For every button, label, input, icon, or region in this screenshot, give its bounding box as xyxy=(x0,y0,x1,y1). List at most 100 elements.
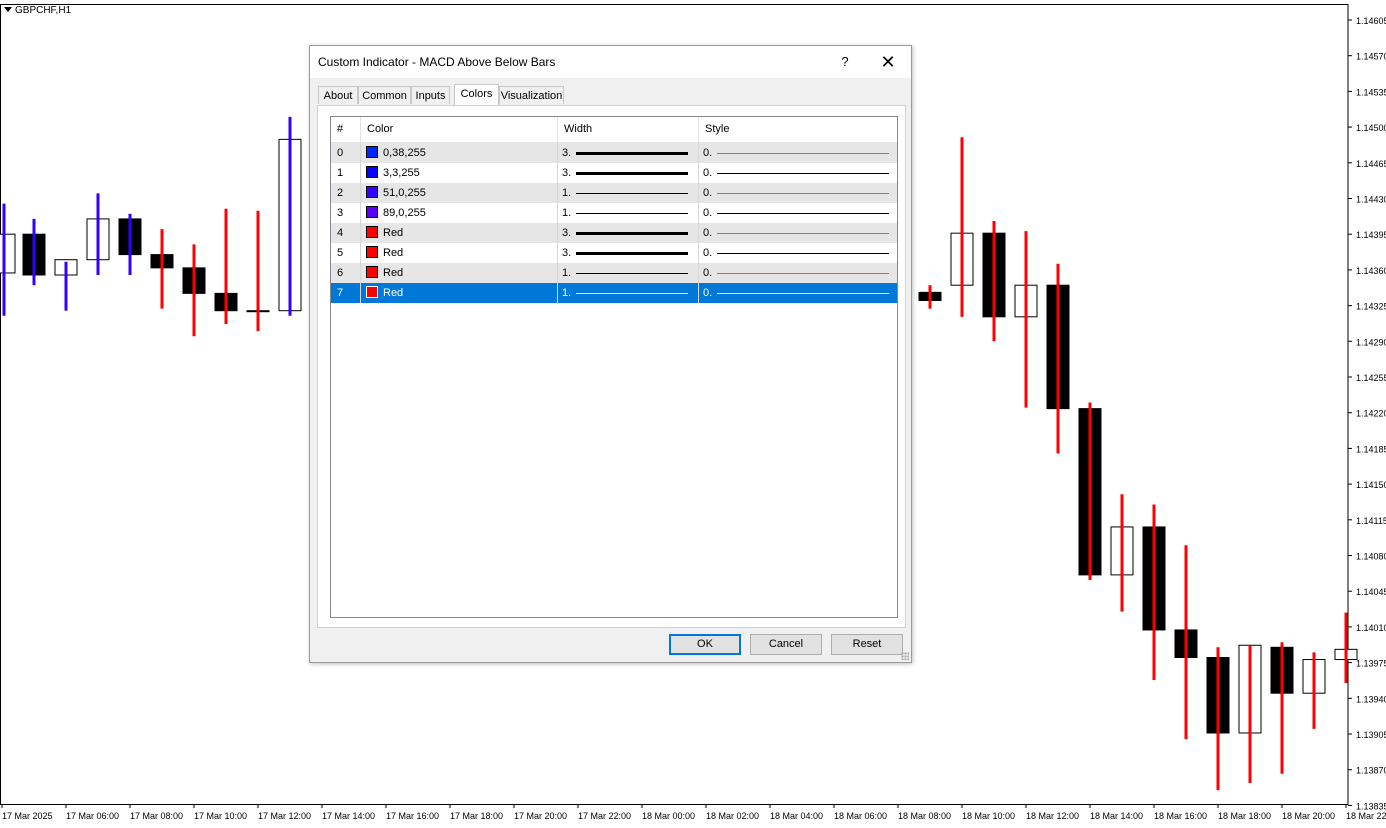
tab-about[interactable]: About xyxy=(318,86,358,104)
time-tick-label: 18 Mar 08:00 xyxy=(898,811,951,821)
row-style[interactable]: 0. xyxy=(699,283,897,303)
time-tick-label: 17 Mar 14:00 xyxy=(322,811,375,821)
tab-visualization[interactable]: Visualization xyxy=(499,86,564,104)
time-tick-label: 17 Mar 22:00 xyxy=(578,811,631,821)
row-index: 1 xyxy=(331,163,361,183)
colors-grid[interactable]: # Color Width Style 0 0,38,255 3. 0. 1 3,3,25… xyxy=(330,116,898,618)
width-value: 1. xyxy=(562,287,572,299)
row-style[interactable]: 0. xyxy=(699,263,897,283)
row-width[interactable]: 3. xyxy=(558,143,699,163)
style-value: 0. xyxy=(703,247,713,259)
row-width[interactable]: 3. xyxy=(558,163,699,183)
row-style[interactable]: 0. xyxy=(699,143,897,163)
resize-grip-icon[interactable] xyxy=(901,652,909,660)
time-tick-label: 17 Mar 10:00 xyxy=(194,811,247,821)
row-width[interactable]: 1. xyxy=(558,183,699,203)
style-value: 0. xyxy=(703,187,713,199)
header-style[interactable]: Style xyxy=(699,117,897,142)
grid-row[interactable]: 7 Red 1. 0. xyxy=(331,283,897,303)
symbol-text: GBPCHF,H1 xyxy=(15,5,72,16)
row-index: 4 xyxy=(331,223,361,243)
tab-colors[interactable]: Colors xyxy=(454,84,499,105)
price-tick-label: 1.13975 xyxy=(1356,659,1386,669)
row-width[interactable]: 1. xyxy=(558,283,699,303)
row-color[interactable]: 0,38,255 xyxy=(361,143,558,163)
row-width[interactable]: 1. xyxy=(558,263,699,283)
grid-row[interactable]: 2 51,0,255 1. 0. xyxy=(331,183,897,203)
reset-button[interactable]: Reset xyxy=(831,634,903,655)
row-color[interactable]: 51,0,255 xyxy=(361,183,558,203)
price-tick-label: 1.14115 xyxy=(1356,516,1386,526)
header-index[interactable]: # xyxy=(331,117,361,142)
color-swatch xyxy=(366,226,378,238)
price-tick-label: 1.14535 xyxy=(1356,87,1386,97)
row-style[interactable]: 0. xyxy=(699,223,897,243)
time-tick-label: 18 Mar 06:00 xyxy=(834,811,887,821)
color-value: Red xyxy=(383,227,404,239)
row-style[interactable]: 0. xyxy=(699,183,897,203)
time-tick-label: 18 Mar 18:00 xyxy=(1218,811,1271,821)
width-line-preview xyxy=(576,273,688,274)
time-tick-label: 18 Mar 22:00 xyxy=(1346,811,1386,821)
header-width[interactable]: Width xyxy=(558,117,699,142)
color-swatch xyxy=(366,286,378,298)
grid-row[interactable]: 5 Red 3. 0. xyxy=(331,243,897,263)
width-value: 3. xyxy=(562,227,572,239)
row-color[interactable]: 3,3,255 xyxy=(361,163,558,183)
row-color[interactable]: Red xyxy=(361,223,558,243)
tab-inputs[interactable]: Inputs xyxy=(411,86,450,104)
time-tick-label: 17 Mar 20:00 xyxy=(514,811,567,821)
grid-row[interactable]: 4 Red 3. 0. xyxy=(331,223,897,243)
color-value: 51,0,255 xyxy=(383,187,426,199)
row-color[interactable]: Red xyxy=(361,283,558,303)
style-line-preview xyxy=(717,173,889,174)
price-tick-label: 1.14045 xyxy=(1356,587,1386,597)
style-value: 0. xyxy=(703,227,713,239)
width-value: 1. xyxy=(562,267,572,279)
color-value: 89,0,255 xyxy=(383,207,426,219)
price-tick-label: 1.14185 xyxy=(1356,444,1386,454)
close-icon[interactable]: ✕ xyxy=(873,52,903,72)
row-color[interactable]: Red xyxy=(361,243,558,263)
grid-row[interactable]: 0 0,38,255 3. 0. xyxy=(331,143,897,163)
dialog-titlebar[interactable]: Custom Indicator - MACD Above Below Bars… xyxy=(310,46,911,78)
width-value: 3. xyxy=(562,247,572,259)
width-line-preview xyxy=(576,252,688,255)
style-value: 0. xyxy=(703,267,713,279)
ok-button[interactable]: OK xyxy=(669,634,741,655)
dialog-title: Custom Indicator - MACD Above Below Bars xyxy=(318,55,556,69)
row-index: 0 xyxy=(331,143,361,163)
time-tick-label: 18 Mar 20:00 xyxy=(1282,811,1335,821)
price-tick-label: 1.13835 xyxy=(1356,801,1386,811)
row-index: 7 xyxy=(331,283,361,303)
time-tick-label: 18 Mar 14:00 xyxy=(1090,811,1143,821)
color-value: 0,38,255 xyxy=(383,147,426,159)
row-width[interactable]: 1. xyxy=(558,203,699,223)
price-tick-label: 1.14430 xyxy=(1356,195,1386,205)
style-line-preview xyxy=(717,253,889,254)
row-style[interactable]: 0. xyxy=(699,243,897,263)
dropdown-triangle-icon[interactable] xyxy=(4,7,12,12)
tab-common[interactable]: Common xyxy=(358,86,411,104)
grid-row[interactable]: 6 Red 1. 0. xyxy=(331,263,897,283)
row-color[interactable]: Red xyxy=(361,263,558,283)
color-swatch xyxy=(366,266,378,278)
row-style[interactable]: 0. xyxy=(699,203,897,223)
cancel-button[interactable]: Cancel xyxy=(750,634,822,655)
width-line-preview xyxy=(576,232,688,235)
colors-tab-panel: # Color Width Style 0 0,38,255 3. 0. 1 3,3,25… xyxy=(317,105,906,628)
row-style[interactable]: 0. xyxy=(699,163,897,183)
row-width[interactable]: 3. xyxy=(558,243,699,263)
price-tick-label: 1.14290 xyxy=(1356,337,1386,347)
row-width[interactable]: 3. xyxy=(558,223,699,243)
grid-row[interactable]: 1 3,3,255 3. 0. xyxy=(331,163,897,183)
width-line-preview xyxy=(576,293,688,294)
price-tick-label: 1.14605 xyxy=(1356,16,1386,26)
header-color[interactable]: Color xyxy=(361,117,558,142)
grid-row[interactable]: 3 89,0,255 1. 0. xyxy=(331,203,897,223)
time-tick-label: 18 Mar 10:00 xyxy=(962,811,1015,821)
row-color[interactable]: 89,0,255 xyxy=(361,203,558,223)
help-button[interactable]: ? xyxy=(830,52,860,72)
style-value: 0. xyxy=(703,147,713,159)
price-tick-label: 1.13870 xyxy=(1356,766,1386,776)
